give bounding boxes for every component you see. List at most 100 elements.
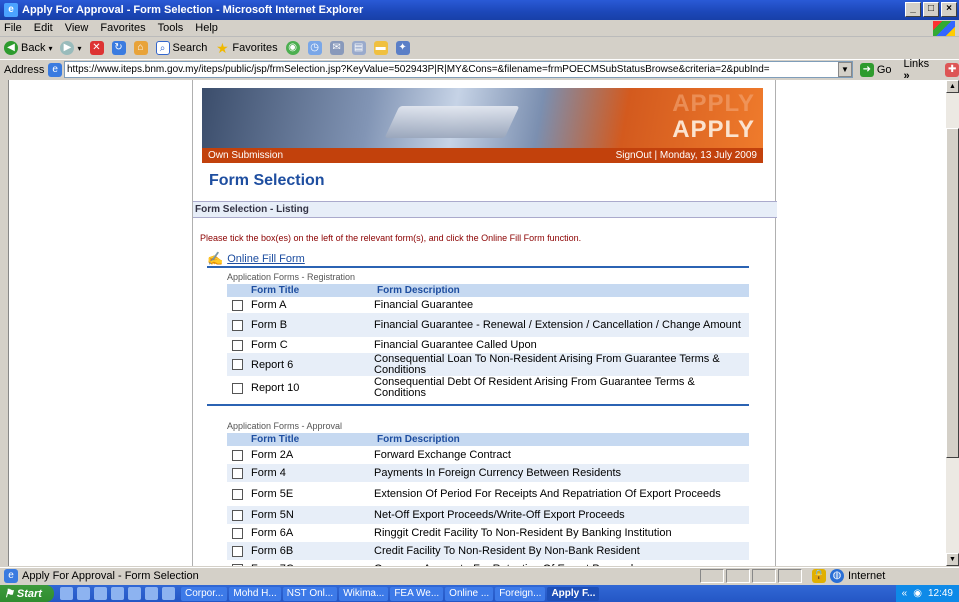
own-submission-link[interactable]: Own Submission: [208, 150, 283, 161]
scroll-thumb[interactable]: [946, 128, 959, 458]
folder-icon[interactable]: ▬: [373, 41, 388, 55]
media-icon[interactable]: ◉: [285, 41, 300, 55]
form-title: Report 10: [251, 382, 300, 394]
refresh-icon[interactable]: ↻: [111, 41, 126, 55]
form-row: Form 7COverseas Account - For Retention …: [227, 560, 749, 566]
quicklaunch-icon[interactable]: [162, 587, 175, 600]
scroll-up-icon[interactable]: ▲: [946, 80, 959, 93]
menu-help[interactable]: Help: [195, 22, 218, 34]
form-checkbox[interactable]: [232, 509, 243, 521]
form-checkbox[interactable]: [232, 527, 243, 539]
header-bar: Own Submission SignOut | Monday, 13 July…: [202, 148, 763, 163]
menu-favorites[interactable]: Favorites: [100, 22, 145, 34]
menu-view[interactable]: View: [65, 22, 89, 34]
form-checkbox[interactable]: [232, 359, 243, 370]
menu-edit[interactable]: Edit: [34, 22, 53, 34]
taskbar-item[interactable]: Foreign...: [495, 586, 546, 601]
address-bar: Address e https://www.iteps.bnm.gov.my/i…: [0, 58, 959, 82]
form-description: Payments In Foreign Currency Between Res…: [374, 466, 622, 479]
form-checkbox[interactable]: [232, 319, 243, 331]
form-title: Form 7C: [251, 563, 374, 566]
quick-launch: [60, 587, 175, 600]
form-description: Consequential Debt Of Resident Arising F…: [374, 376, 695, 399]
form-checkbox[interactable]: [232, 563, 243, 566]
address-label: Address: [4, 63, 45, 76]
start-button[interactable]: ⚑ Start: [0, 585, 54, 602]
windows-logo-icon: [933, 21, 955, 36]
quicklaunch-icon[interactable]: [128, 587, 141, 600]
form-description: Forward Exchange Contract: [374, 448, 511, 461]
search-button[interactable]: ⌕ Search: [155, 41, 207, 55]
form-row: Form C Financial Guarantee Called Upon: [227, 337, 749, 353]
address-dropdown-icon[interactable]: ▼: [838, 62, 852, 77]
current-date: Monday, 13 July 2009: [659, 150, 757, 161]
maximize-button[interactable]: □: [923, 2, 939, 17]
quicklaunch-icon[interactable]: [111, 587, 124, 600]
taskbar-item[interactable]: NST Onl...: [282, 586, 338, 601]
close-button[interactable]: ×: [941, 2, 957, 17]
stop-icon[interactable]: ✕: [89, 41, 104, 55]
form-checkbox[interactable]: [232, 545, 243, 557]
ie-icon: e: [4, 3, 18, 17]
messenger-icon[interactable]: ✦: [395, 41, 410, 55]
links-button[interactable]: Links »: [904, 58, 938, 82]
form-title: Form C: [251, 339, 288, 351]
form-title: Form B: [251, 319, 288, 331]
mail-icon[interactable]: ✉: [329, 41, 344, 55]
quicklaunch-icon[interactable]: [145, 587, 158, 600]
go-button[interactable]: ➜ Go: [859, 62, 892, 77]
section-divider: [207, 404, 749, 406]
taskbar-item[interactable]: Wikima...: [339, 586, 389, 601]
quicklaunch-icon[interactable]: [94, 587, 107, 600]
form-checkbox[interactable]: [232, 488, 243, 500]
online-fill-form-link[interactable]: ✍ Online Fill Form: [207, 251, 305, 267]
form-title: Form 6B: [251, 545, 294, 557]
toolbar-extension-icon[interactable]: ✚: [945, 62, 959, 77]
form-description: Overseas Account - For Retention Of Expo…: [374, 563, 749, 566]
taskbar-item[interactable]: Online ...: [445, 586, 494, 601]
search-icon: ⌕: [155, 41, 170, 55]
page-icon: e: [4, 569, 18, 583]
home-icon[interactable]: ⌂: [133, 41, 148, 55]
address-input[interactable]: https://www.iteps.bnm.gov.my/iteps/publi…: [63, 61, 854, 78]
quicklaunch-icon[interactable]: [77, 587, 90, 600]
instruction-text: Please tick the box(es) on the left of t…: [200, 233, 582, 243]
scroll-down-icon[interactable]: ▼: [946, 553, 959, 566]
history-icon[interactable]: ◷: [307, 41, 322, 55]
signout-link[interactable]: SignOut: [616, 150, 652, 161]
back-button[interactable]: ◀ Back ▾: [4, 41, 52, 55]
taskbar-item[interactable]: Corpor...: [181, 586, 228, 601]
minimize-button[interactable]: _: [905, 2, 921, 17]
taskbar-item[interactable]: Mohd H...: [229, 586, 281, 601]
apply-banner: APPLY APPLY: [202, 88, 763, 148]
banner-brand: APPLY: [672, 116, 755, 143]
vertical-scrollbar[interactable]: ▲ ▼: [946, 80, 959, 566]
form-checkbox[interactable]: [232, 467, 243, 479]
form-description: Financial Guarantee: [374, 298, 474, 311]
form-checkbox[interactable]: [232, 449, 243, 461]
form-title: Report 6: [251, 358, 294, 371]
approval-caption: Application Forms - Approval: [227, 421, 343, 431]
print-icon[interactable]: ▤: [351, 41, 366, 55]
form-description: Ringgit Credit Facility To Non-Resident …: [374, 526, 672, 539]
windows-flag-icon: ⚑: [4, 588, 14, 600]
quicklaunch-icon[interactable]: [60, 587, 73, 600]
tray-expand-icon[interactable]: «: [902, 588, 908, 599]
page-frame: APPLY APPLY Own Submission SignOut | Mon…: [192, 80, 777, 566]
globe-icon: ◍: [830, 569, 844, 583]
tray-icon[interactable]: ◉: [913, 588, 922, 599]
form-checkbox[interactable]: [232, 339, 243, 351]
window-title: Apply For Approval - Form Selection - Mi…: [22, 4, 364, 16]
back-arrow-icon: ◀: [4, 41, 18, 55]
form-checkbox[interactable]: [232, 299, 243, 311]
menu-tools[interactable]: Tools: [158, 22, 184, 34]
taskbar-item-active[interactable]: Apply F...: [547, 586, 600, 601]
taskbar-item[interactable]: FEA We...: [390, 586, 444, 601]
favorites-button[interactable]: ★ Favorites: [215, 41, 278, 55]
form-row: Form B Financial Guarantee - Renewal / Ex…: [227, 313, 749, 337]
section-divider: [207, 266, 749, 268]
menu-file[interactable]: File: [4, 22, 22, 34]
form-row: Form 6B Credit Facility To Non-Resident B…: [227, 542, 749, 560]
form-checkbox[interactable]: [232, 382, 243, 394]
forward-button[interactable]: ▶ ▾: [60, 41, 82, 55]
